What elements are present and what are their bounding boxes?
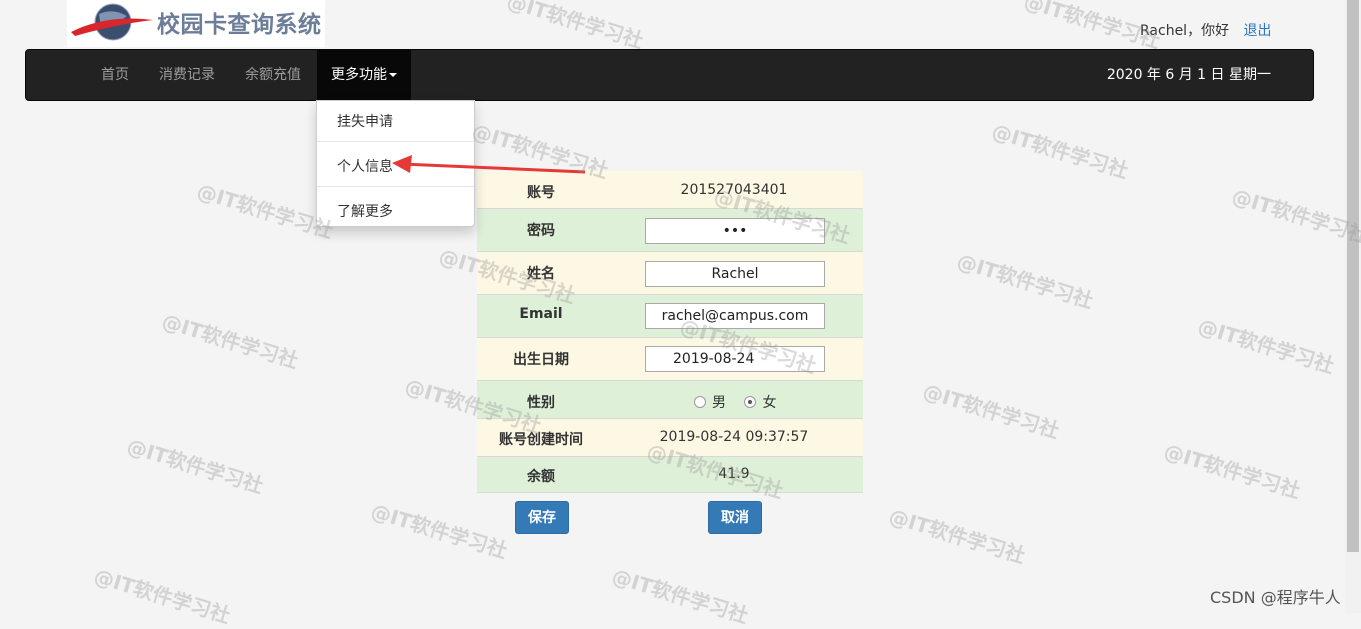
- cancel-button[interactable]: 取消: [708, 501, 762, 534]
- birth-date-input[interactable]: [645, 346, 825, 372]
- account-label: 账号: [527, 185, 555, 201]
- balance-label: 余额: [527, 469, 555, 485]
- gender-options: 男 女: [694, 392, 776, 412]
- gender-male-label: 男: [712, 395, 726, 411]
- password-input[interactable]: [645, 218, 825, 244]
- row-birth-date: 出生日期: [477, 338, 863, 381]
- menu-divider: [317, 186, 474, 187]
- watermark: @IT软件学习社: [886, 503, 1029, 569]
- menu-item-report-loss[interactable]: 挂失申请: [337, 111, 393, 131]
- created-time-value: 2019-08-24 09:37:57: [659, 429, 809, 445]
- row-gender: 性别 男 女: [477, 381, 863, 419]
- account-value: 201527043401: [680, 182, 788, 198]
- watermark: @IT软件学习社: [1195, 313, 1338, 379]
- gender-female-label: 女: [762, 395, 777, 411]
- user-greeting: Rachel，你好: [1140, 23, 1230, 39]
- watermark: @IT软件学习社: [954, 248, 1097, 314]
- nav-more-functions[interactable]: 更多功能: [317, 50, 411, 100]
- watermark: @IT软件学习社: [124, 433, 267, 499]
- user-area: Rachel，你好 退出: [1140, 20, 1272, 40]
- watermark: @IT软件学习社: [368, 498, 511, 564]
- row-email: Email: [477, 295, 863, 338]
- row-name: 姓名: [477, 252, 863, 295]
- watermark: @IT软件学习社: [989, 118, 1132, 184]
- watermark: @IT软件学习社: [159, 308, 302, 374]
- menu-item-learn-more[interactable]: 了解更多: [337, 201, 393, 221]
- watermark: @IT软件学习社: [1229, 183, 1361, 249]
- logout-link[interactable]: 退出: [1244, 23, 1272, 39]
- annotation-arrow-icon: [392, 155, 586, 174]
- nav-balance-recharge[interactable]: 余额充值: [245, 50, 301, 100]
- gender-male-radio[interactable]: [694, 396, 706, 408]
- nav-consumption-records[interactable]: 消费记录: [159, 50, 215, 100]
- menu-divider: [317, 141, 474, 142]
- scrollbar-thumb[interactable]: [1347, 0, 1359, 552]
- watermark: @IT软件学习社: [920, 378, 1063, 444]
- save-button[interactable]: 保存: [515, 501, 569, 534]
- name-input[interactable]: [645, 261, 825, 287]
- birth-date-label: 出生日期: [513, 352, 569, 368]
- globe-logo-icon: [71, 3, 153, 41]
- row-created-time: 账号创建时间 2019-08-24 09:37:57: [477, 419, 863, 457]
- created-time-label: 账号创建时间: [499, 432, 583, 448]
- watermark: @IT软件学习社: [91, 563, 234, 629]
- logo-text: 校园卡查询系统: [157, 12, 322, 38]
- gender-female-radio[interactable]: [744, 396, 757, 408]
- email-label: Email: [519, 306, 563, 322]
- name-label: 姓名: [527, 266, 555, 282]
- nav-more-label: 更多功能: [331, 67, 387, 83]
- watermark: @IT软件学习社: [504, 0, 647, 54]
- nav-home[interactable]: 首页: [101, 50, 129, 100]
- balance-value: 41.9: [718, 466, 750, 482]
- csdn-credit: CSDN @程序牛人: [1210, 588, 1341, 607]
- watermark: @IT软件学习社: [1161, 438, 1304, 504]
- page-scrollbar[interactable]: [1345, 0, 1361, 613]
- logo: 校园卡查询系统: [67, 0, 325, 47]
- navbar: 首页 消费记录 余额充值 更多功能 2020 年 6 月 1 日 星期一: [25, 49, 1314, 101]
- watermark: @IT软件学习社: [609, 563, 752, 629]
- email-input[interactable]: [645, 303, 825, 329]
- nav-date: 2020 年 6 月 1 日 星期一: [1106, 67, 1271, 83]
- password-label: 密码: [527, 223, 555, 239]
- caret-down-icon: [389, 73, 397, 77]
- row-password: 密码: [477, 209, 863, 252]
- gender-label: 性别: [527, 395, 555, 411]
- row-balance: 余额 41.9: [477, 457, 863, 493]
